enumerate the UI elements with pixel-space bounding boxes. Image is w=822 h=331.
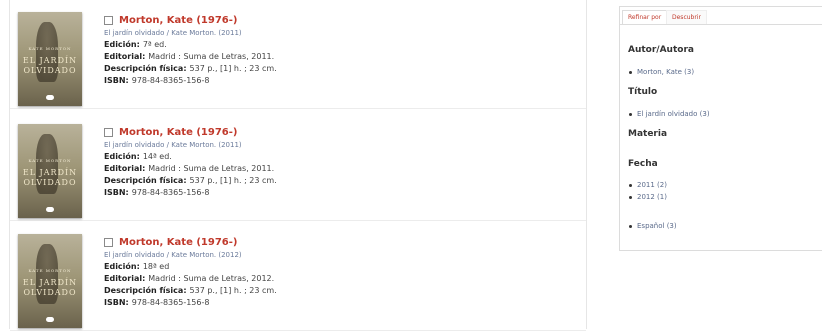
publisher-label: Editorial:	[104, 164, 146, 173]
record-details: Morton, Kate (1976-) El jardín olvidado …	[104, 236, 574, 308]
select-checkbox[interactable]	[104, 128, 113, 137]
cover-title-line2: OLVIDADO	[23, 178, 77, 187]
publisher-label: Editorial:	[104, 274, 146, 283]
facet-heading-subject: Materia	[628, 129, 668, 139]
record-details: Morton, Kate (1976-) El jardín olvidado …	[104, 126, 574, 198]
publisher-line: Editorial: Madrid : Suma de Letras, 2012.	[104, 274, 574, 284]
cover-title-line1: EL JARDÍN	[22, 56, 78, 65]
title-statement[interactable]: El jardín olvidado / Kate Morton. (2012)	[104, 251, 574, 260]
cover-title-line1: EL JARDÍN	[22, 278, 78, 287]
isbn-label: ISBN:	[104, 76, 129, 85]
facet-heading-date: Fecha	[628, 159, 658, 169]
results-list: KATE MORTON EL JARDÍN OLVIDADO Morton, K…	[9, 0, 587, 331]
physical-description-line: Descripción física: 537 p., [1] h. ; 23 c…	[104, 176, 574, 186]
publisher-line: Editorial: Madrid : Suma de Letras, 2011.	[104, 52, 574, 62]
result-record: KATE MORTON EL JARDÍN OLVIDADO Morton, K…	[10, 4, 586, 109]
cover-author: KATE MORTON	[28, 158, 72, 163]
bullet-icon	[629, 195, 632, 199]
record-title-row: Morton, Kate (1976-)	[104, 236, 574, 249]
tab-refinar-por[interactable]: Refinar por	[622, 10, 668, 24]
facet-item-label: 2012 (1)	[637, 193, 667, 201]
title-statement[interactable]: El jardín olvidado / Kate Morton. (2011)	[104, 141, 574, 150]
book-cover-image[interactable]: KATE MORTON EL JARDÍN OLVIDADO	[18, 234, 82, 328]
edition-label: Edición:	[104, 40, 140, 49]
isbn-line: ISBN: 978-84-8365-156-8	[104, 76, 574, 86]
facet-item-label: El jardín olvidado (3)	[637, 110, 710, 118]
physical-description-label: Descripción física:	[104, 64, 187, 73]
cover-title-line2: OLVIDADO	[23, 66, 77, 75]
physical-description-line: Descripción física: 537 p., [1] h. ; 23 c…	[104, 64, 574, 74]
physical-description-value: 537 p., [1] h. ; 23 cm.	[189, 64, 277, 73]
physical-description-line: Descripción física: 537 p., [1] h. ; 23 c…	[104, 286, 574, 296]
publisher-logo-icon	[46, 317, 54, 322]
edition-value: 18ª ed	[142, 262, 170, 271]
publisher-value: Madrid : Suma de Letras, 2011.	[148, 52, 275, 61]
facet-item-date-2012[interactable]: 2012 (1)	[629, 193, 667, 201]
tab-descubrir[interactable]: Descubrir	[666, 10, 707, 24]
record-title-link[interactable]: Morton, Kate (1976-)	[119, 127, 237, 138]
edition-line: Edición: 18ª ed	[104, 262, 574, 272]
isbn-label: ISBN:	[104, 188, 129, 197]
isbn-line: ISBN: 978-84-8365-156-8	[104, 298, 574, 308]
bullet-icon	[629, 112, 632, 116]
panel-tabs: Refinar por Descubrir	[620, 7, 822, 25]
physical-description-label: Descripción física:	[104, 176, 187, 185]
edition-line: Edición: 7ª ed.	[104, 40, 574, 50]
bullet-icon	[629, 183, 632, 187]
select-checkbox[interactable]	[104, 16, 113, 25]
record-title-row: Morton, Kate (1976-)	[104, 14, 574, 27]
publisher-value: Madrid : Suma de Letras, 2011.	[148, 164, 275, 173]
cover-title-line1: EL JARDÍN	[22, 168, 78, 177]
book-cover-image[interactable]: KATE MORTON EL JARDÍN OLVIDADO	[18, 12, 82, 106]
isbn-label: ISBN:	[104, 298, 129, 307]
physical-description-value: 537 p., [1] h. ; 23 cm.	[189, 286, 277, 295]
select-checkbox[interactable]	[104, 238, 113, 247]
cover-author: KATE MORTON	[28, 46, 72, 51]
facet-item-author[interactable]: Morton, Kate (3)	[629, 68, 694, 76]
record-title-row: Morton, Kate (1976-)	[104, 126, 574, 139]
physical-description-value: 537 p., [1] h. ; 23 cm.	[189, 176, 277, 185]
edition-label: Edición:	[104, 152, 140, 161]
bullet-icon	[629, 224, 632, 228]
record-title-link[interactable]: Morton, Kate (1976-)	[119, 237, 237, 248]
cover-author: KATE MORTON	[28, 268, 72, 273]
title-statement[interactable]: El jardín olvidado / Kate Morton. (2011)	[104, 29, 574, 38]
result-record: KATE MORTON EL JARDÍN OLVIDADO Morton, K…	[10, 116, 586, 221]
facet-item-label: Español (3)	[637, 222, 677, 230]
bullet-icon	[629, 70, 632, 74]
isbn-value: 978-84-8365-156-8	[131, 76, 210, 85]
publisher-value: Madrid : Suma de Letras, 2012.	[148, 274, 275, 283]
refine-panel: Refinar por Descubrir Autor/Autora Morto…	[619, 6, 822, 251]
edition-value: 14ª ed.	[142, 152, 172, 161]
edition-label: Edición:	[104, 262, 140, 271]
facet-item-title[interactable]: El jardín olvidado (3)	[629, 110, 710, 118]
publisher-line: Editorial: Madrid : Suma de Letras, 2011.	[104, 164, 574, 174]
record-details: Morton, Kate (1976-) El jardín olvidado …	[104, 14, 574, 86]
publisher-label: Editorial:	[104, 52, 146, 61]
facet-item-label: 2011 (2)	[637, 181, 667, 189]
facet-heading-author: Autor/Autora	[628, 45, 694, 55]
isbn-line: ISBN: 978-84-8365-156-8	[104, 188, 574, 198]
physical-description-label: Descripción física:	[104, 286, 187, 295]
book-cover-image[interactable]: KATE MORTON EL JARDÍN OLVIDADO	[18, 124, 82, 218]
facet-item-language[interactable]: Español (3)	[629, 222, 677, 230]
record-title-link[interactable]: Morton, Kate (1976-)	[119, 15, 237, 26]
result-record: KATE MORTON EL JARDÍN OLVIDADO Morton, K…	[10, 226, 586, 331]
facet-item-label: Morton, Kate (3)	[637, 68, 695, 76]
isbn-value: 978-84-8365-156-8	[131, 188, 210, 197]
cover-title-line2: OLVIDADO	[23, 288, 77, 297]
publisher-logo-icon	[46, 207, 54, 212]
isbn-value: 978-84-8365-156-8	[131, 298, 210, 307]
facet-item-date-2011[interactable]: 2011 (2)	[629, 181, 667, 189]
edition-value: 7ª ed.	[142, 40, 167, 49]
edition-line: Edición: 14ª ed.	[104, 152, 574, 162]
publisher-logo-icon	[46, 95, 54, 100]
facet-heading-title: Título	[628, 87, 658, 97]
